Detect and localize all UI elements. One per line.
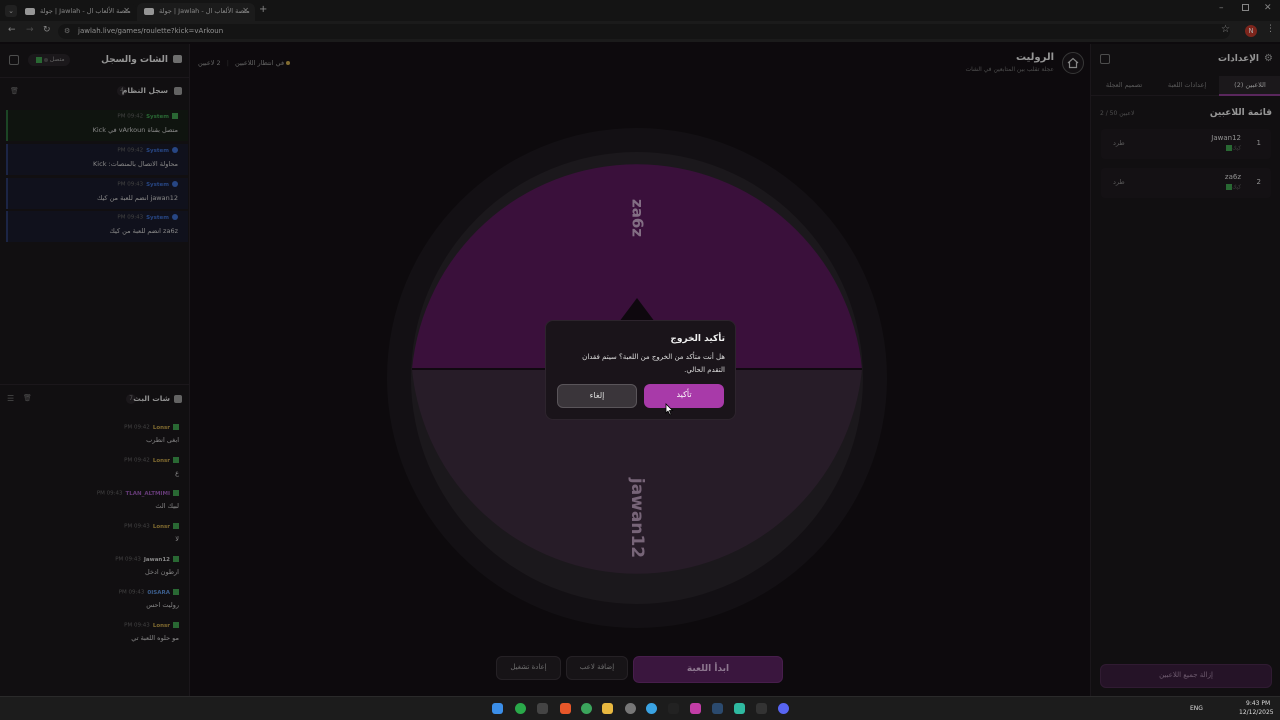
app-icon[interactable] — [690, 703, 701, 714]
dialog-message-line1: هل أنت متأكد من الخروج من اللعبة؟ سيتم ف… — [582, 353, 725, 361]
folder-icon[interactable] — [602, 703, 613, 714]
chrome-icon[interactable] — [581, 703, 592, 714]
terminal-icon[interactable] — [537, 703, 548, 714]
clock-time[interactable]: 9:43 PM — [1246, 700, 1270, 707]
app-icon[interactable] — [734, 703, 745, 714]
xbox-icon[interactable] — [515, 703, 526, 714]
settings-app-icon[interactable] — [625, 703, 636, 714]
windows-start-icon[interactable] — [492, 703, 503, 714]
cancel-button[interactable]: إلغاء — [557, 384, 637, 408]
brave-icon[interactable] — [560, 703, 571, 714]
discord-icon[interactable] — [778, 703, 789, 714]
tiktok-icon[interactable] — [668, 703, 679, 714]
confirm-button[interactable]: تأكيد — [644, 384, 724, 408]
windows-taskbar: ENG 9:43 PM 12/12/2025 — [0, 696, 1280, 720]
mouse-cursor-icon — [665, 403, 674, 416]
dialog-title: تأكيد الخروج — [670, 334, 725, 344]
language-indicator[interactable]: ENG — [1190, 705, 1203, 712]
steam-icon[interactable] — [712, 703, 723, 714]
dialog-message-line2: التقدم الحالي. — [684, 366, 725, 374]
exit-confirm-dialog: تأكيد الخروج هل أنت متأكد من الخروج من ا… — [545, 320, 736, 420]
clock-date[interactable]: 12/12/2025 — [1239, 709, 1274, 716]
app-icon[interactable] — [756, 703, 767, 714]
telegram-icon[interactable] — [646, 703, 657, 714]
